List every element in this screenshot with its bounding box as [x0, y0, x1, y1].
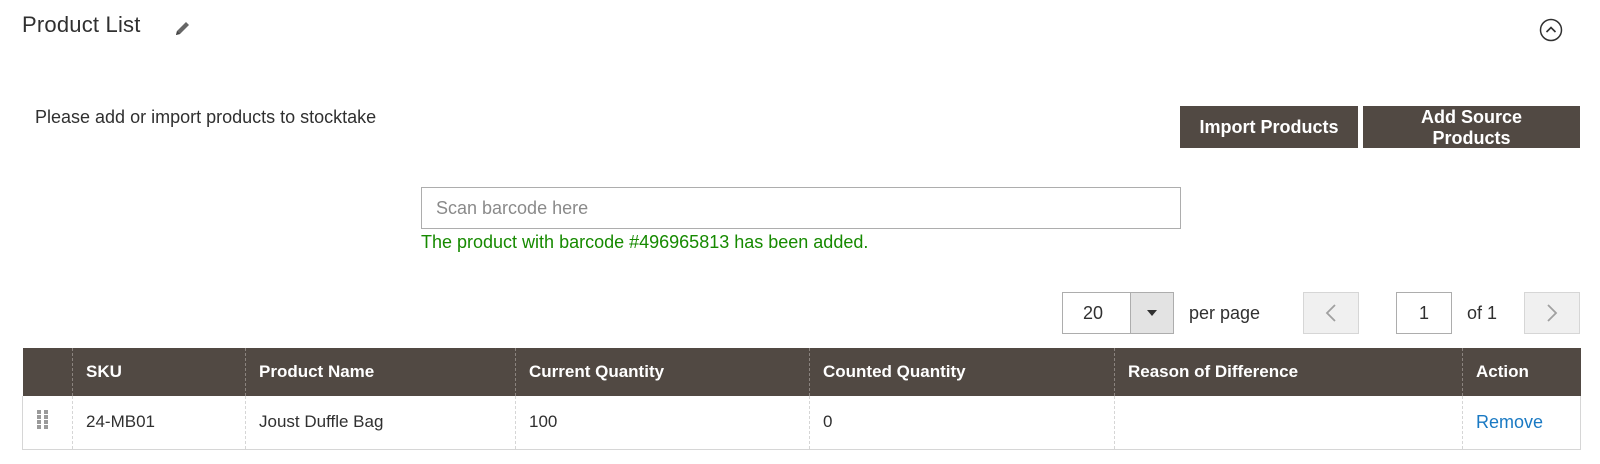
import-products-button[interactable]: Import Products	[1180, 106, 1358, 148]
scan-success-message: The product with barcode #496965813 has …	[421, 232, 869, 252]
drag-cell	[22, 396, 73, 450]
barcode-scan-input[interactable]	[421, 187, 1181, 229]
product-name-cell: Joust Duffle Bag	[245, 396, 516, 450]
action-cell: Remove	[1462, 396, 1581, 450]
current-page-input[interactable]	[1396, 292, 1452, 334]
column-header-product-name[interactable]: Product Name	[245, 348, 516, 396]
page-size-value: 20	[1083, 303, 1104, 323]
total-pages-label: of 1	[1467, 303, 1498, 323]
per-page-label: per page	[1189, 303, 1261, 323]
remove-link[interactable]: Remove	[1476, 412, 1543, 432]
dropdown-arrow-icon[interactable]	[1130, 293, 1173, 333]
chevron-right-icon	[1547, 304, 1558, 322]
column-header-reason[interactable]: Reason of Difference	[1114, 348, 1463, 396]
page-size-select[interactable]: 20	[1062, 292, 1174, 334]
add-source-products-button[interactable]: Add Source Products	[1363, 106, 1580, 148]
sku-cell: 24-MB01	[72, 396, 246, 450]
hint-text: Please add or import products to stockta…	[35, 107, 377, 127]
chevron-up-circle-icon[interactable]	[1539, 18, 1563, 42]
column-header-sku[interactable]: SKU	[72, 348, 246, 396]
column-header-action: Action	[1462, 348, 1581, 396]
chevron-left-icon	[1325, 304, 1336, 322]
product-grid: SKU Product Name Current Quantity Counte…	[22, 348, 1581, 450]
grid-header-row: SKU Product Name Current Quantity Counte…	[22, 348, 1581, 396]
drag-handle-icon[interactable]	[36, 409, 50, 436]
counted-quantity-cell[interactable]: 0	[809, 396, 1115, 450]
pencil-icon[interactable]	[174, 19, 192, 37]
section-title: Product List	[22, 12, 141, 37]
column-header-counted-quantity[interactable]: Counted Quantity	[809, 348, 1115, 396]
next-page-button[interactable]	[1524, 292, 1580, 334]
column-header-drag	[22, 348, 73, 396]
column-header-current-quantity[interactable]: Current Quantity	[515, 348, 810, 396]
table-row: 24-MB01 Joust Duffle Bag 100 0 Remove	[22, 396, 1581, 450]
previous-page-button[interactable]	[1303, 292, 1359, 334]
reason-cell[interactable]	[1114, 396, 1463, 450]
current-quantity-cell: 100	[515, 396, 810, 450]
